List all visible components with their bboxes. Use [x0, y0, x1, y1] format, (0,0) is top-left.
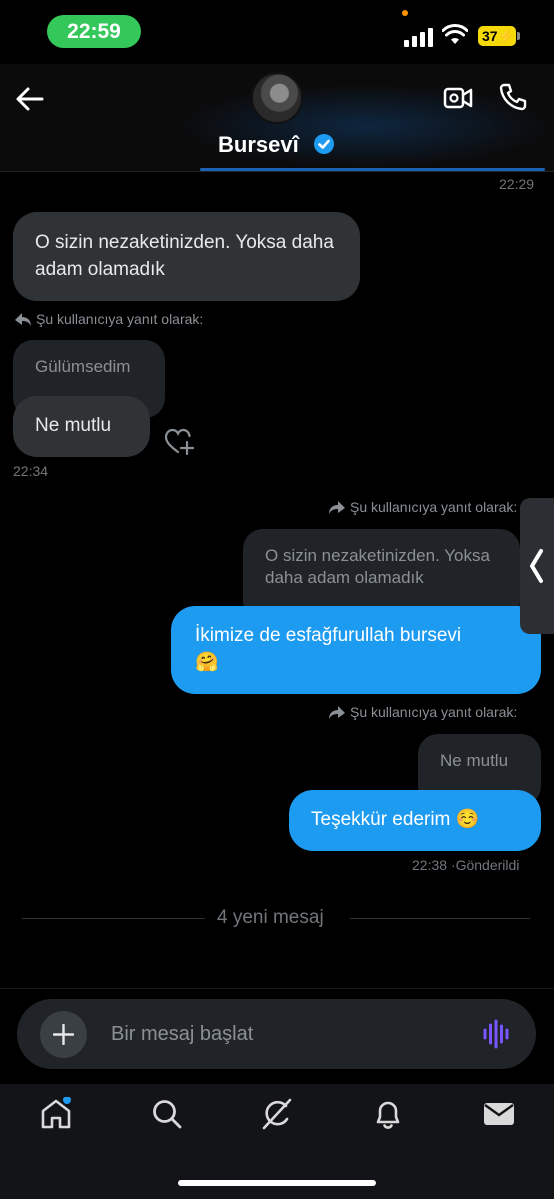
reply-context-label: Şu kullanıcıya yanıt olarak:: [328, 704, 517, 720]
timestamp: 22:38 ·Gönderildi: [412, 857, 519, 873]
cellular-signal-icon: [404, 27, 434, 47]
header-underline: [200, 168, 545, 171]
timestamp: 22:34: [13, 463, 49, 479]
phone-icon[interactable]: [498, 82, 528, 112]
timestamp: 22:29: [499, 176, 535, 192]
outgoing-message[interactable]: Teşekkür ederim ☺️: [289, 790, 541, 851]
smiling-face-emoji: ☺️: [455, 809, 480, 830]
messages-icon[interactable]: [482, 1097, 516, 1131]
video-call-icon[interactable]: [443, 84, 473, 112]
grok-icon[interactable]: [260, 1097, 294, 1131]
reply-arrow-icon: [329, 706, 345, 719]
reply-context-text: Şu kullanıcıya yanıt olarak:: [350, 499, 518, 515]
message-text: Teşekkür ederim: [311, 809, 451, 830]
add-attachment-button[interactable]: [40, 1011, 87, 1058]
reply-context-label: Şu kullanıcıya yanıt olarak:: [14, 311, 203, 327]
incoming-message[interactable]: O sizin nezaketinizden. Yoksa daha adam …: [13, 212, 360, 301]
voice-message-icon[interactable]: [482, 1018, 512, 1050]
status-time: 22:59: [47, 15, 141, 48]
battery-icon: 37⚡: [478, 26, 520, 46]
home-indicator: [178, 1180, 376, 1186]
verified-badge-icon: [314, 134, 334, 154]
message-text: İkimize de esfağfurullah bursevi: [195, 625, 462, 646]
divider-left: [22, 918, 205, 919]
divider-right: [350, 918, 530, 919]
sent-status: ·Gönderildi: [450, 857, 520, 873]
wifi-icon: [442, 24, 468, 44]
back-arrow-icon[interactable]: [14, 84, 46, 114]
search-icon[interactable]: [150, 1097, 184, 1131]
reply-arrow-icon: [15, 313, 31, 326]
message-input[interactable]: [111, 1019, 461, 1049]
plus-icon: [53, 1024, 74, 1045]
notifications-icon[interactable]: [371, 1097, 405, 1131]
hugging-face-emoji: 🤗: [195, 652, 219, 673]
reply-arrow-icon: [329, 501, 345, 514]
incoming-message[interactable]: Ne mutlu: [13, 396, 150, 457]
chevron-left-icon: [530, 549, 543, 583]
message-time: 22:38: [412, 857, 448, 873]
avatar[interactable]: [251, 72, 303, 124]
outgoing-message[interactable]: İkimize de esfağfurullah bursevi 🤗: [171, 606, 541, 694]
status-bar: 22:59 37⚡: [0, 0, 554, 64]
new-messages-label[interactable]: 4 yeni mesaj: [217, 907, 324, 929]
side-panel-handle[interactable]: [520, 498, 554, 634]
reply-context-text: Şu kullanıcıya yanıt olarak:: [350, 704, 518, 720]
contact-name[interactable]: Bursevî: [218, 132, 299, 158]
conversation-header: Bursevî: [0, 64, 554, 172]
reply-context-text: Şu kullanıcıya yanıt olarak:: [36, 311, 204, 327]
privacy-indicator-dot: [402, 10, 408, 16]
add-reaction-icon[interactable]: [164, 428, 196, 455]
home-icon[interactable]: [39, 1097, 73, 1131]
reply-context-label: Şu kullanıcıya yanıt olarak:: [328, 499, 517, 515]
battery-level: 37: [482, 28, 498, 44]
